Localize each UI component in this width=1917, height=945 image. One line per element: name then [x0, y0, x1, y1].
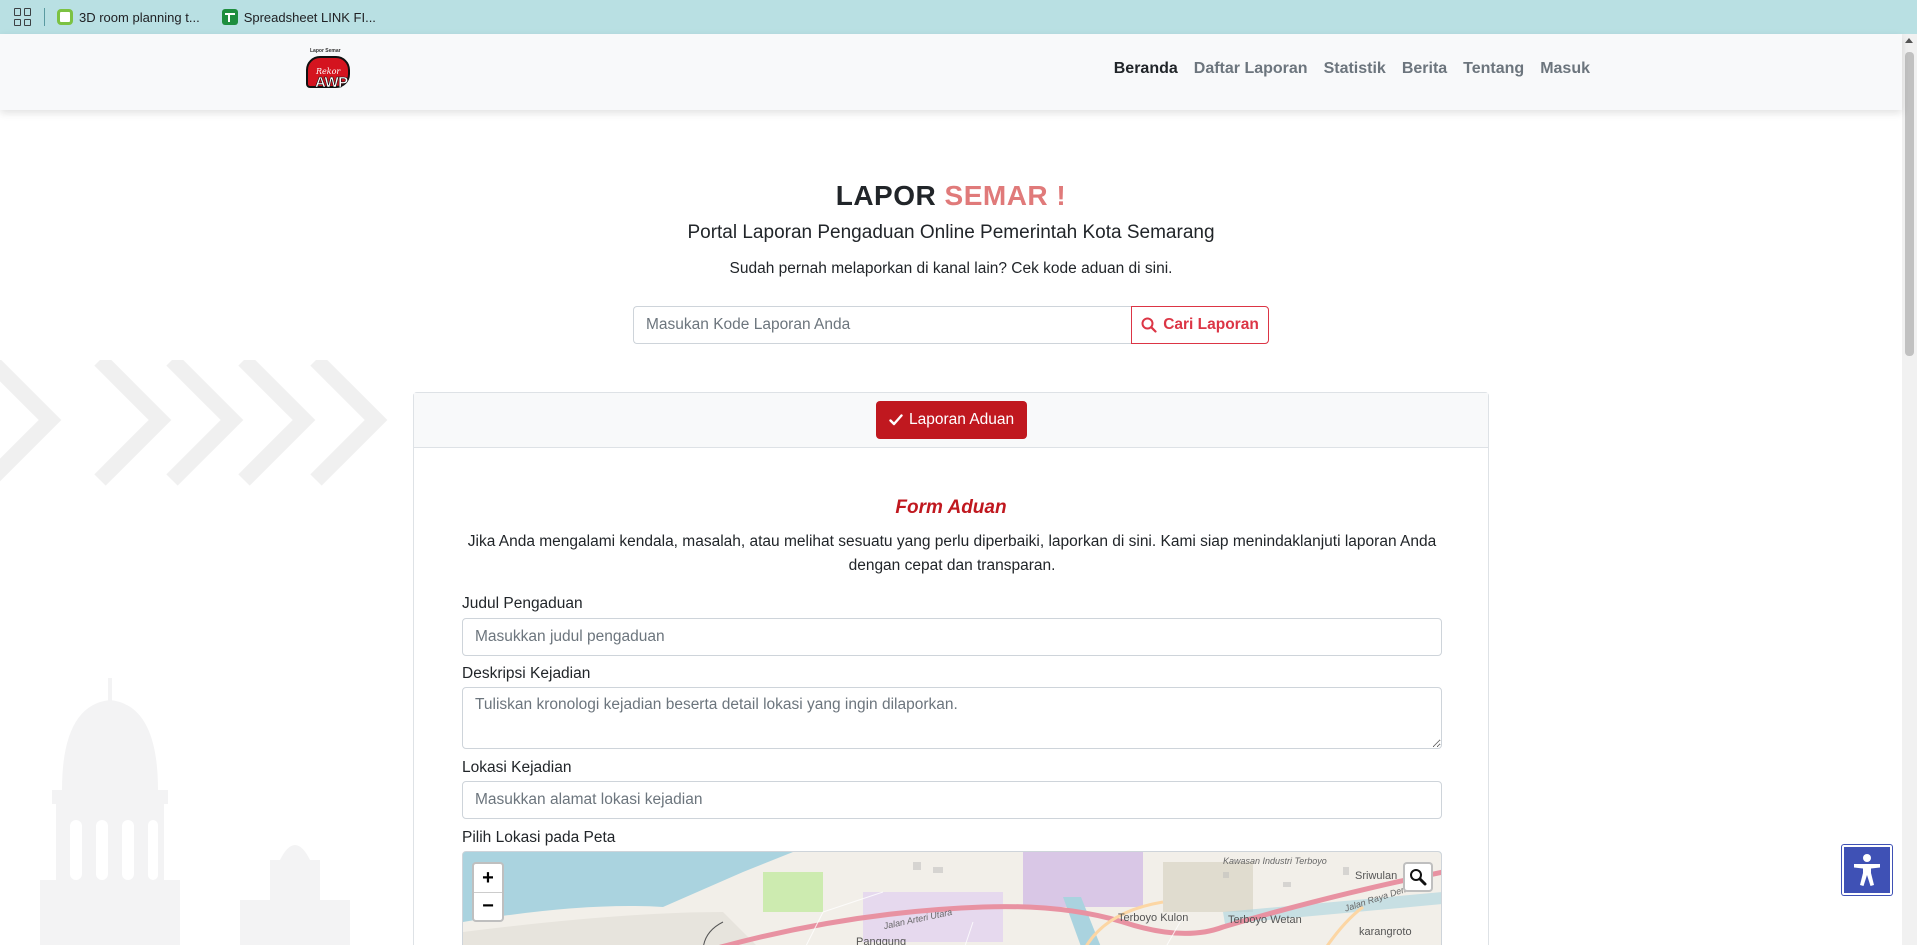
complaint-card: Laporan Aduan Form Aduan Jika Anda menga…: [413, 392, 1489, 945]
bookmark-spreadsheet[interactable]: Spreadsheet LINK FI...: [221, 9, 376, 25]
hero-note: Sudah pernah melaporkan di kanal lain? C…: [729, 260, 1173, 277]
map-label-terboyo-kulon: Terboyo Kulon: [1118, 912, 1189, 924]
hero-title-lapor: LAPOR: [835, 180, 937, 211]
hero-section: LAPOR SEMAR ! Portal Laporan Pengaduan O…: [0, 180, 1902, 278]
peta-label: Pilih Lokasi pada Peta: [462, 829, 616, 846]
form-title: Form Aduan: [895, 497, 1007, 518]
map-label-karangroto: karangroto: [1359, 926, 1412, 938]
background-decoration: [0, 360, 388, 945]
map-label-sriwulan: Sriwulan: [1355, 870, 1398, 882]
navbar: Lapor Semar Rekor AWP Beranda Daftar Lap…: [0, 34, 1902, 110]
lokasi-label: Lokasi Kejadian: [462, 759, 572, 776]
magnifier-icon: [1410, 869, 1427, 886]
deskripsi-textarea[interactable]: [462, 687, 1442, 749]
card-header: Laporan Aduan: [414, 393, 1488, 448]
nav-masuk[interactable]: Masuk: [1540, 60, 1590, 78]
location-map[interactable]: + − Kawasan Industri Terboyo Sriwulan Te…: [462, 851, 1442, 945]
bookmark-3d-room[interactable]: 3D room planning t...: [57, 9, 200, 25]
hero-title-semar: SEMAR !: [944, 180, 1067, 211]
judul-input[interactable]: [462, 618, 1442, 656]
map-label-terboyo-wetan: Terboyo Wetan: [1228, 914, 1302, 926]
zoom-in-button[interactable]: +: [474, 864, 502, 892]
accessibility-icon: [1854, 854, 1880, 886]
hero-title: LAPOR SEMAR !: [0, 180, 1902, 212]
nav-statistik[interactable]: Statistik: [1324, 60, 1386, 78]
laporan-aduan-tab[interactable]: Laporan Aduan: [876, 401, 1028, 439]
bookmark-separator: [44, 8, 45, 26]
check-icon: [889, 414, 903, 426]
deskripsi-label: Deskripsi Kejadian: [462, 665, 591, 682]
nav-daftar-laporan[interactable]: Daftar Laporan: [1194, 60, 1308, 78]
judul-label: Judul Pengaduan: [462, 595, 583, 612]
scroll-thumb[interactable]: [1905, 52, 1914, 356]
bookmark-label: 3D room planning t...: [79, 9, 200, 25]
page-scrollbar[interactable]: [1902, 34, 1917, 945]
site-logo[interactable]: Lapor Semar Rekor AWP: [304, 48, 352, 96]
lokasi-input[interactable]: [462, 781, 1442, 819]
sheets-icon: [221, 9, 238, 25]
form-description: Jika Anda mengalami kendala, masalah, at…: [467, 533, 1437, 574]
bookmark-site-icon: [57, 9, 73, 25]
map-label-panggung: Panggung: [856, 936, 907, 945]
map-zoom-control: + −: [472, 862, 504, 922]
map-search-button[interactable]: [1403, 862, 1433, 892]
page: 3D room planning t... Spreadsheet LINK F…: [0, 0, 1917, 945]
search-button-label: Cari Laporan: [1163, 316, 1259, 333]
nav-beranda[interactable]: Beranda: [1114, 60, 1178, 78]
apps-grid-icon[interactable]: [14, 8, 32, 26]
report-code-search: Cari Laporan: [633, 306, 1269, 344]
logo-bubble: Rekor AWP: [306, 56, 350, 92]
accessibility-button[interactable]: [1842, 845, 1892, 895]
bookmarks-bar: 3D room planning t... Spreadsheet LINK F…: [0, 0, 1917, 34]
map-label-kawasan: Kawasan Industri Terboyo: [1223, 856, 1327, 866]
search-report-button[interactable]: Cari Laporan: [1131, 306, 1269, 344]
nav-links: Beranda Daftar Laporan Statistik Berita …: [1114, 60, 1590, 78]
tab-label: Laporan Aduan: [909, 411, 1015, 428]
bookmark-label: Spreadsheet LINK FI...: [243, 9, 376, 25]
report-code-input[interactable]: [633, 306, 1131, 344]
nav-tentang[interactable]: Tentang: [1463, 60, 1524, 78]
nav-berita[interactable]: Berita: [1402, 60, 1447, 78]
hero-subtitle: Portal Laporan Pengaduan Online Pemerint…: [687, 222, 1215, 243]
zoom-out-button[interactable]: −: [474, 892, 502, 920]
search-icon: [1141, 317, 1157, 333]
logo-main-text: AWP: [315, 74, 349, 92]
logo-top-text: Lapor Semar: [310, 48, 341, 54]
scroll-up-arrow-icon[interactable]: [1905, 38, 1913, 43]
